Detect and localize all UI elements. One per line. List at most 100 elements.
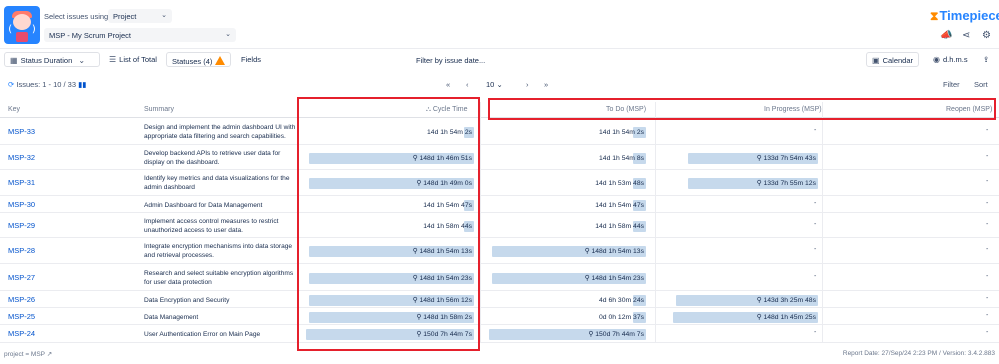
external-link-icon: ↗ (46, 351, 53, 358)
project-value: MSP - My Scrum Project (49, 31, 131, 40)
top-icons: 📣 ⋖ ⚙ (938, 30, 998, 42)
share-icon[interactable]: ⋖ (962, 30, 970, 41)
sort-button[interactable]: Sort (974, 80, 988, 89)
reopen-empty: - (986, 246, 989, 253)
chevron-down-icon: ⌄ (161, 12, 167, 19)
issue-summary: Implement access control measures to res… (144, 218, 279, 234)
todo-time-value: 14d 1h 58m 44s (595, 223, 644, 230)
issue-key-link[interactable]: MSP-32 (8, 153, 35, 162)
in-progress-time-value: ⚲ 133d 7h 55m 12s (756, 180, 816, 187)
first-page-button[interactable]: « (446, 80, 450, 89)
issue-key-link[interactable]: MSP-30 (8, 200, 35, 209)
table-row: MSP-26 Data Encryption and Security ⚲ 148d… (0, 291, 999, 308)
top-bar: ( ) Select issues using Project ⌄ MSP - … (0, 0, 999, 48)
table-row: MSP-32 Develop backend APIs to retrieve u… (0, 145, 999, 170)
list-of-total-button[interactable]: ☰ List of Total (104, 52, 162, 67)
issue-summary: Integrate encryption mechanisms into dat… (144, 243, 293, 259)
issue-summary: Design and implement the admin dashboard… (144, 124, 296, 140)
in-progress-empty: - (814, 246, 817, 253)
next-page-button[interactable]: › (526, 80, 529, 89)
warning-icon (215, 56, 226, 65)
issue-key-link[interactable]: MSP-28 (8, 246, 35, 255)
chevron-down-icon: ⌄ (225, 31, 231, 38)
issue-key-link[interactable]: MSP-31 (8, 178, 35, 187)
issue-summary: Develop backend APIs to retrieve user da… (144, 150, 281, 166)
issue-summary: Data Management (144, 313, 199, 321)
project-dropdown[interactable]: MSP - My Scrum Project ⌄ (44, 28, 236, 42)
table-row: MSP-27 Research and select suitable encry… (0, 264, 999, 291)
eye-icon: ◉ (933, 55, 940, 64)
todo-time-value: 14d 1h 54m 47s (595, 202, 644, 209)
status-columns-highlight (488, 98, 996, 120)
select-type-dropdown[interactable]: Project ⌄ (108, 9, 172, 23)
todo-time-value: 14d 1h 53m 48s (595, 180, 644, 187)
in-progress-empty: - (814, 329, 817, 336)
table-row: MSP-24 User Authentication Error on Main … (0, 325, 999, 343)
in-progress-time-value: ⚲ 148d 1h 45m 25s (756, 314, 816, 321)
table-row: MSP-25 Data Management ⚲ 148d 1h 58m 2s 0d … (0, 308, 999, 325)
sliders-icon: ☰ (109, 55, 117, 64)
calendar-button[interactable]: ▣ Calendar (866, 52, 919, 67)
issue-key-link[interactable]: MSP-27 (8, 273, 35, 282)
in-progress-time-value: ⚲ 143d 3h 25m 48s (756, 297, 816, 304)
dhms-toggle[interactable]: ◉ d.h.m.s (928, 52, 973, 67)
toolbar: ▦ Status Duration ⌄ ☰ List of Total Status… (0, 48, 999, 70)
table-row: MSP-29 Implement access control measures … (0, 213, 999, 238)
issue-key-link[interactable]: MSP-26 (8, 295, 35, 304)
reopen-empty: - (986, 295, 989, 302)
report-info: Report Date: 27/Sep/24 2:23 PM / Version… (842, 350, 995, 357)
in-progress-time-value: ⚲ 133d 7h 54m 43s (756, 155, 816, 162)
fields-button[interactable]: Fields (236, 52, 266, 67)
cycle-time-highlight (297, 97, 480, 351)
issue-summary: Admin Dashboard for Data Management (144, 201, 263, 209)
reopen-empty: - (986, 221, 989, 228)
export-icon[interactable]: ⇪ (978, 52, 994, 67)
chart-icon[interactable]: ▮▮ (78, 80, 86, 89)
reopen-empty: - (986, 127, 989, 134)
todo-time-value: ⚲ 148d 1h 54m 23s (584, 275, 644, 282)
announce-icon[interactable]: 📣 (940, 30, 952, 41)
issue-summary: User Authentication Error on Main Page (144, 330, 261, 338)
grid-icon: ▦ (10, 56, 18, 65)
reopen-empty: - (986, 200, 989, 207)
issue-key-link[interactable]: MSP-29 (8, 221, 35, 230)
calendar-icon: ▣ (872, 56, 880, 65)
reopen-empty: - (986, 273, 989, 280)
todo-time-value: 14d 1h 54m 2s (599, 129, 644, 136)
page-size-select[interactable]: 10 ⌄ (486, 80, 503, 89)
todo-time-value: ⚲ 150d 7h 44m 7s (588, 331, 644, 338)
status-duration-dropdown[interactable]: ▦ Status Duration ⌄ (4, 52, 100, 67)
issue-key-link[interactable]: MSP-33 (8, 127, 35, 136)
issue-key-link[interactable]: MSP-24 (8, 329, 35, 338)
in-progress-empty: - (814, 273, 817, 280)
chevron-down-icon: ⌄ (78, 56, 86, 65)
table-row: MSP-33 Design and implement the admin das… (0, 118, 999, 145)
select-issues-label: Select issues using (44, 12, 109, 21)
issues-count: ⟳ Issues: 1 - 10 / 33 ▮▮ (8, 80, 87, 89)
todo-time-value: 4d 6h 30m 24s (599, 297, 644, 304)
jql-text[interactable]: project = MSP ↗ (4, 350, 52, 358)
statuses-button[interactable]: Statuses (4) (166, 52, 232, 67)
hourglass-icon: ⧗ (930, 9, 939, 23)
last-page-button[interactable]: » (544, 80, 548, 89)
filter-by-date[interactable]: Filter by issue date... (416, 56, 485, 65)
reopen-empty: - (986, 329, 989, 336)
col-summary[interactable]: Summary (144, 106, 174, 113)
issue-key-link[interactable]: MSP-25 (8, 312, 35, 321)
issue-summary: Data Encryption and Security (144, 296, 230, 304)
todo-time-value: 0d 0h 12m 37s (599, 314, 644, 321)
pager-row: ⟳ Issues: 1 - 10 / 33 ▮▮ « ‹ 10 ⌄ › » Fi… (0, 76, 999, 94)
filter-button[interactable]: Filter (943, 80, 960, 89)
col-key[interactable]: Key (8, 106, 20, 113)
refresh-icon[interactable]: ⟳ (8, 80, 14, 89)
in-progress-empty: - (814, 221, 817, 228)
table-row: MSP-30 Admin Dashboard for Data Managemen… (0, 196, 999, 213)
table-row: MSP-28 Integrate encryption mechanisms in… (0, 238, 999, 264)
table-row: MSP-31 Identify key metrics and data visu… (0, 170, 999, 196)
select-type-value: Project (113, 12, 137, 21)
footer: project = MSP ↗ Report Date: 27/Sep/24 2… (0, 346, 999, 364)
settings-icon[interactable]: ⚙ (982, 30, 991, 41)
prev-page-button[interactable]: ‹ (466, 80, 469, 89)
brand-logo: ⧗Timepiece (930, 8, 999, 23)
in-progress-empty: - (814, 127, 817, 134)
